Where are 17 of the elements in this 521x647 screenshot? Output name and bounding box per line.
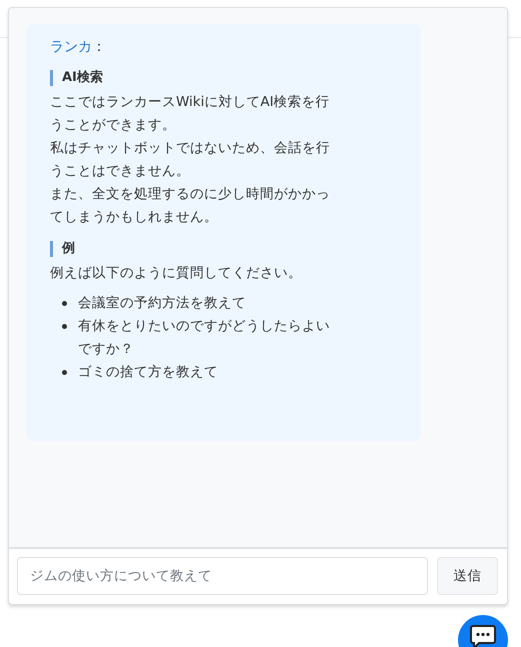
separator-mark: ： bbox=[92, 39, 106, 55]
example-question: ゴミの捨て方を教えて bbox=[78, 363, 218, 382]
bullet-icon bbox=[62, 370, 67, 375]
message-text: ここではランカースWikiに対してAI検索を行うことができます。 bbox=[50, 93, 331, 135]
message-text: また、全文を処理するのに少し時間がかかってしまうかもしれません。 bbox=[50, 185, 331, 227]
sender-name: ランカ bbox=[50, 39, 92, 55]
message-text: 例えば以下のように質問してください。 bbox=[50, 264, 303, 283]
bullet-icon bbox=[62, 324, 67, 329]
message-input[interactable]: ジムの使い方について教えて bbox=[17, 557, 428, 595]
section-heading: 例 bbox=[50, 241, 75, 257]
send-button[interactable]: 送信 bbox=[437, 557, 498, 595]
example-question: 会議室の予約方法を教えて bbox=[78, 294, 246, 313]
bullet-icon bbox=[62, 301, 67, 306]
example-question: 有休をとりたいのですがどうしたらよいですか？ bbox=[78, 317, 331, 359]
chat-bubble-icon bbox=[470, 625, 496, 647]
message-text: 私はチャットボットではないため、会話を行うことはできません。 bbox=[50, 139, 331, 181]
section-heading: AI検索 bbox=[50, 70, 103, 86]
